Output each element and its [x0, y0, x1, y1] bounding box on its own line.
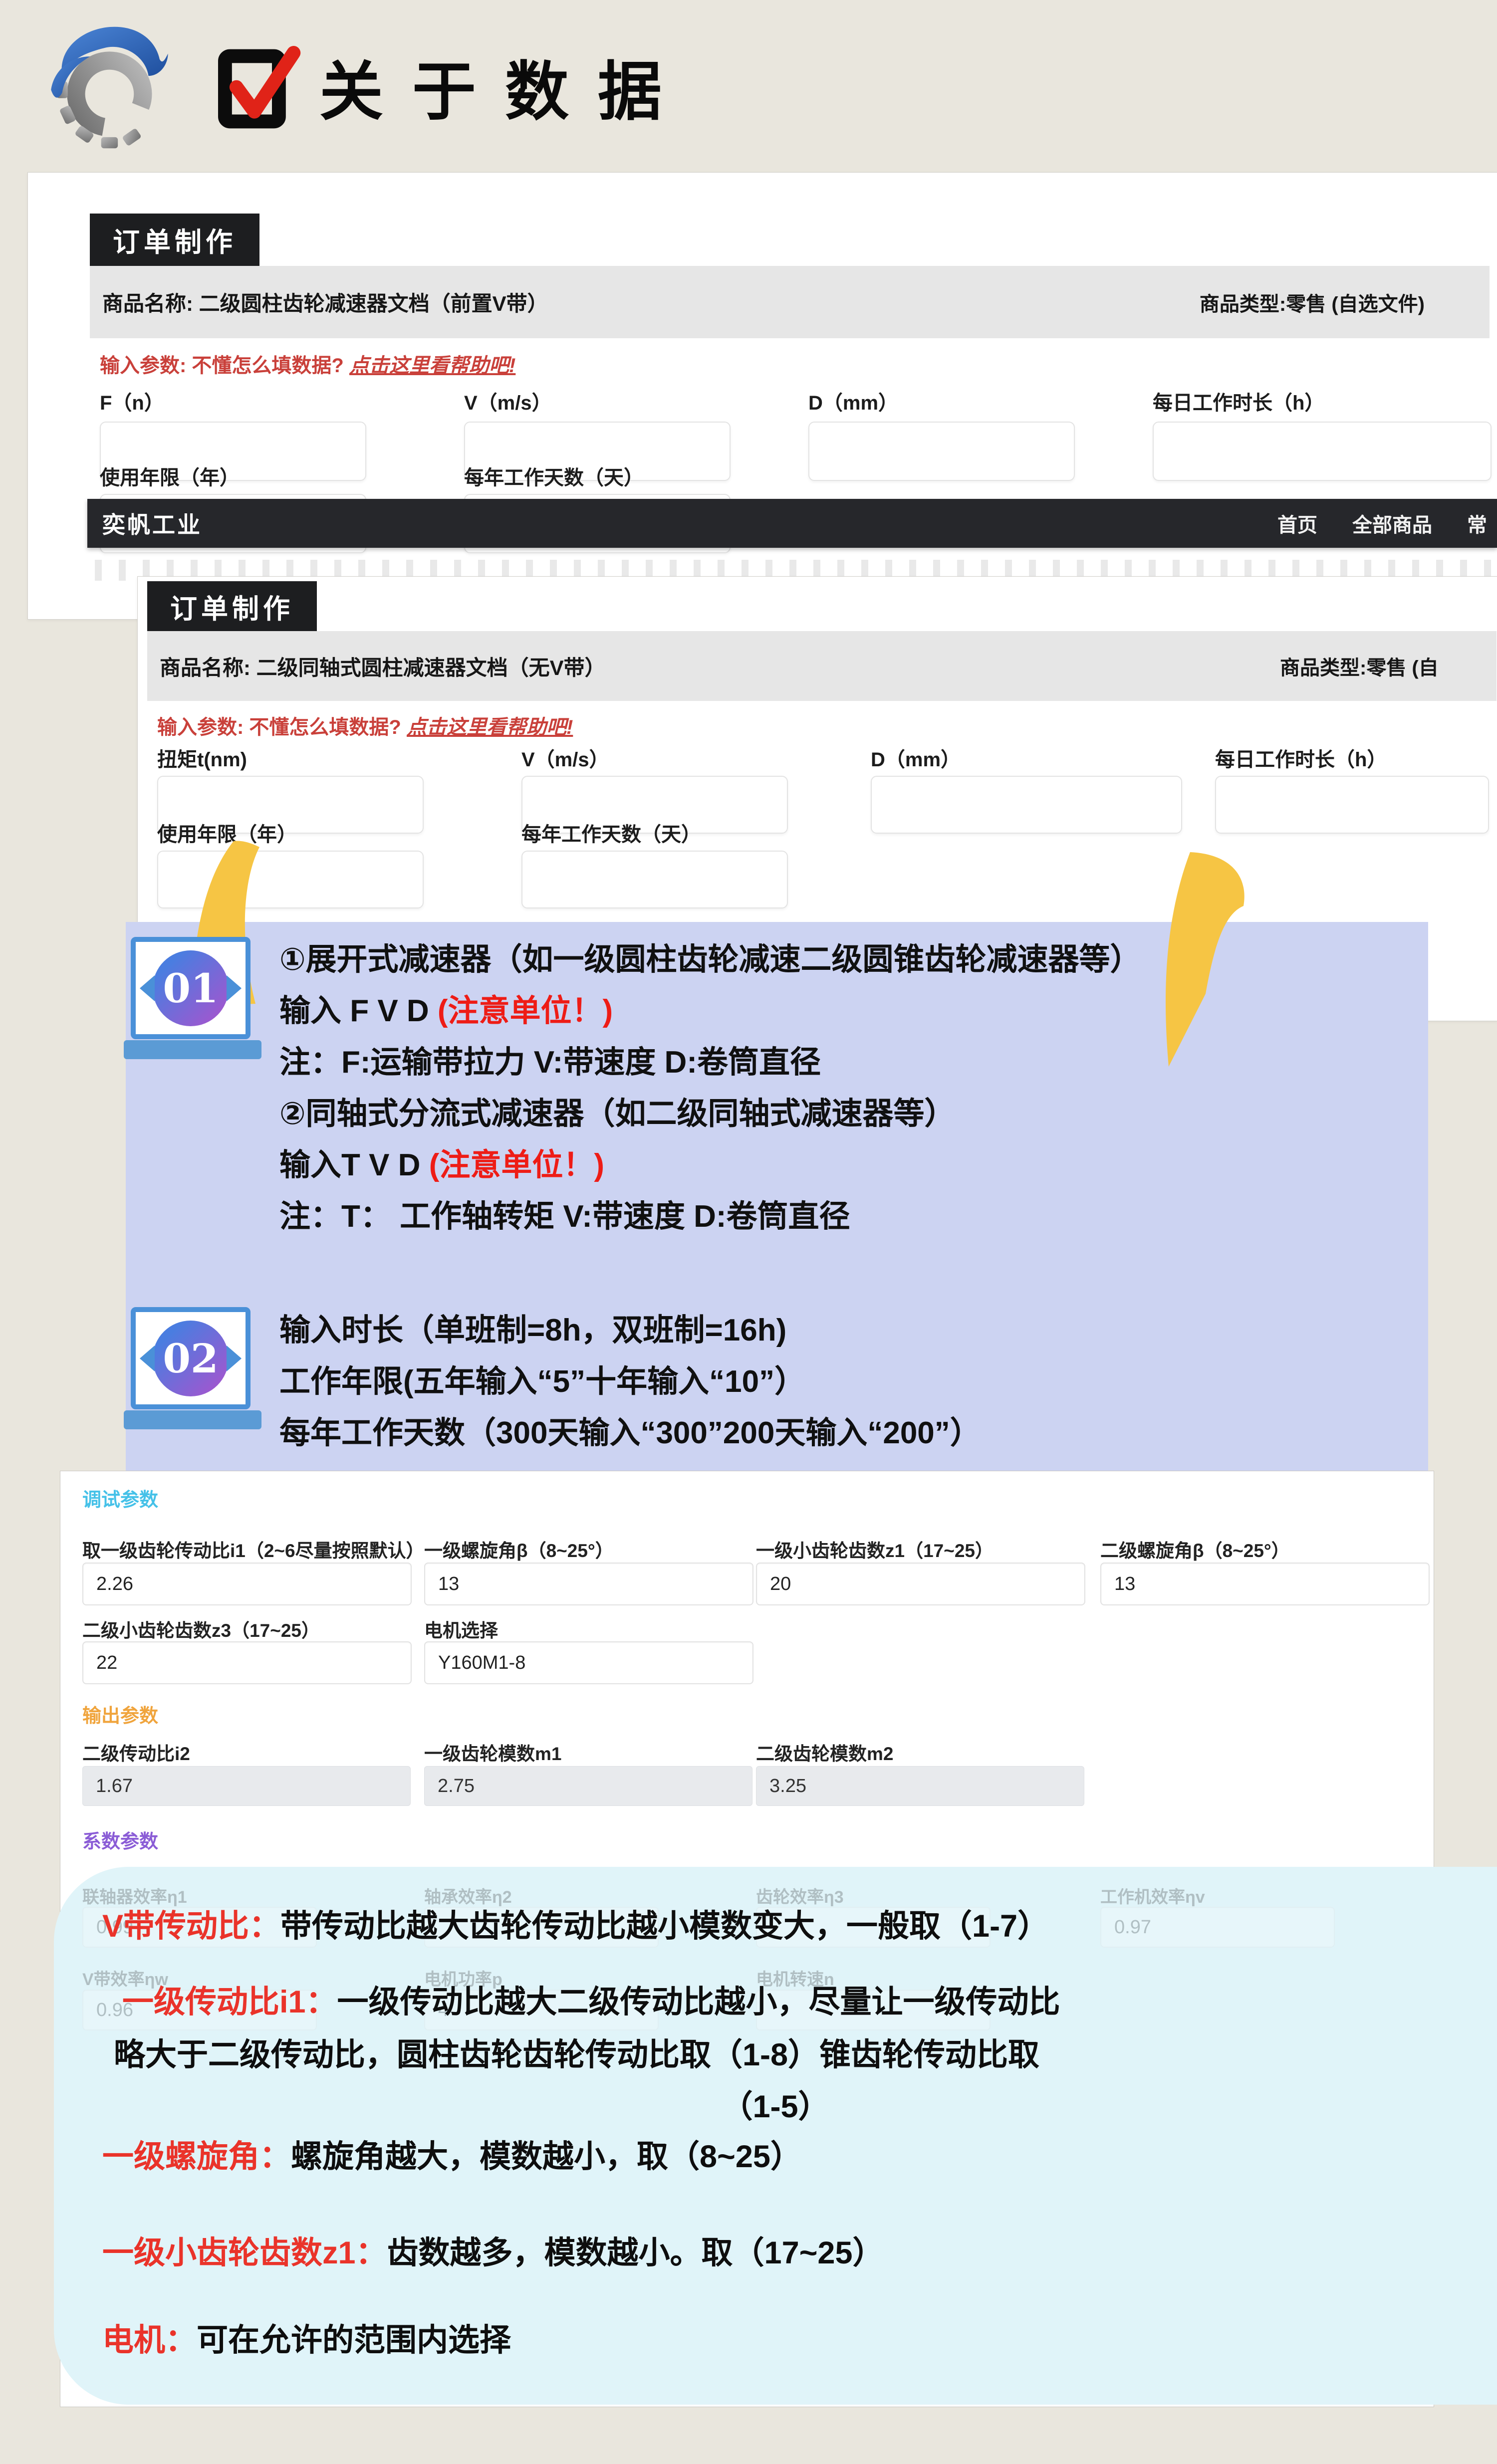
step2-line3: 每年工作天数（300天输入“300”200天输入“200”） — [279, 1407, 981, 1452]
debug-input-z1[interactable]: 20 — [756, 1563, 1085, 1605]
debug-input-z3[interactable]: 22 — [82, 1641, 412, 1684]
company-logo — [42, 17, 182, 150]
step2-line2: 工作年限(五年输入“5”十年输入“10”） — [279, 1356, 805, 1401]
step1-line1: ①展开式减速器（如一级圆柱齿轮减速二级圆锥齿轮减速器等） — [279, 934, 1141, 979]
form1-field-label-v: V（m/s） — [464, 387, 552, 416]
step2-line1: 输入时长（单班制=8h，双班制=16h) — [279, 1305, 786, 1349]
debug-input-beta2[interactable]: 13 — [1100, 1563, 1430, 1605]
debug-params-title: 调试参数 — [82, 1484, 158, 1512]
form1-field-label-days: 每年工作天数（天） — [464, 461, 644, 490]
note-vbelt-ratio: V带传动比：带传动比越大齿轮传动比越小模数变大，一般取（1-7） — [102, 1901, 1049, 1946]
debug-label-z1: 一级小齿轮齿数z1（17~25） — [756, 1536, 994, 1563]
form2-field-label-v: V（m/s） — [521, 743, 609, 772]
output-value-m1: 2.75 — [424, 1766, 752, 1806]
debug-label-beta2: 二级螺旋角β（8~25°） — [1100, 1536, 1290, 1563]
output-label-m1: 一级齿轮模数m1 — [424, 1739, 561, 1766]
note-motor: 电机：可在允许的范围内选择 — [102, 2315, 511, 2360]
debug-label-motor: 电机选择 — [424, 1615, 498, 1642]
output-params-title: 输出参数 — [82, 1700, 158, 1728]
step1-line2: 输入 F V D (注意单位！) — [279, 985, 613, 1030]
step-02-left-arrow-icon — [140, 1345, 155, 1371]
debug-label-z3: 二级小齿轮齿数z3（17~25） — [82, 1615, 320, 1642]
step-01-number: 01 — [153, 950, 229, 1026]
navbar-menu: 首页 全部商品 常 — [1277, 509, 1487, 538]
form2-help: 输入参数: 不懂怎么填数据? 点击这里看帮助吧! — [157, 711, 573, 740]
step1-line6: 注：T： 工作轴转矩 V:带速度 D:卷筒直径 — [279, 1191, 850, 1236]
form2-field-label-days: 每年工作天数（天） — [521, 818, 701, 847]
form2-field-label-torque: 扭矩t(nm) — [157, 743, 247, 772]
coef-value-machine: 0.97 — [1100, 1907, 1335, 1948]
form1-field-label-years: 使用年限（年） — [100, 461, 240, 490]
form2-input-years[interactable] — [157, 851, 424, 908]
step1-line5: 输入T V D (注意单位！) — [279, 1139, 604, 1184]
step-01-base — [124, 1040, 261, 1059]
form2-product-type: 商品类型:零售 (自 — [1280, 631, 1439, 701]
form2-input-hours[interactable] — [1215, 776, 1489, 834]
form2-product-name: 商品名称: 二级同轴式圆柱减速器文档（无V带） — [160, 631, 606, 701]
note-z1: 一级小齿轮齿数z1：齿数越多，模数越小。取（17~25） — [102, 2228, 884, 2273]
step-02-number: 02 — [153, 1321, 229, 1396]
navbar-brand[interactable]: 奕帆工业 — [102, 507, 202, 540]
output-label-m2: 二级齿轮模数m2 — [756, 1739, 893, 1766]
note-helix-angle: 一级螺旋角：螺旋角越大，模数越小，取（8~25） — [102, 2131, 802, 2177]
step-02-base — [124, 1410, 261, 1429]
form1-product-name: 商品名称: 二级圆柱齿轮减速器文档（前置V带） — [102, 266, 548, 338]
form1-tab: 订单制作 — [90, 214, 259, 266]
form2-titlebar: 商品名称: 二级同轴式圆柱减速器文档（无V带） 商品类型:零售 (自 — [147, 631, 1497, 701]
debug-input-beta1[interactable]: 13 — [424, 1563, 753, 1605]
form1-product-type: 商品类型:零售 (自选文件) — [1200, 266, 1425, 338]
form1-field-label-f: F（n） — [100, 387, 164, 416]
form2-input-d[interactable] — [871, 776, 1182, 834]
step-01-badge: 01 — [131, 937, 250, 1039]
note-i1-line3: （1-5） — [54, 2081, 1497, 2127]
debug-input-i1[interactable]: 2.26 — [82, 1563, 412, 1605]
debug-label-i1: 取一级齿轮传动比i1（2~6尽量按照默认） — [82, 1536, 425, 1563]
form2-field-label-d: D（mm） — [871, 743, 961, 772]
output-value-i2: 1.67 — [82, 1766, 411, 1806]
form1-help: 输入参数: 不懂怎么填数据? 点击这里看帮助吧! — [100, 349, 515, 378]
debug-label-beta1: 一级螺旋角β（8~25°） — [424, 1536, 614, 1563]
form2-field-label-hours: 每日工作时长（h） — [1215, 743, 1387, 772]
page-title: 关于数据 — [319, 40, 691, 132]
checkbox-icon — [214, 44, 303, 131]
nav-item-all-products[interactable]: 全部商品 — [1352, 509, 1432, 538]
form2-help-text: 输入参数: 不懂怎么填数据? — [157, 716, 407, 738]
step-01-left-arrow-icon — [140, 975, 155, 1001]
nav-item-home[interactable]: 首页 — [1277, 509, 1317, 538]
step1-line3: 注：F:运输带拉力 V:带速度 D:卷筒直径 — [279, 1037, 821, 1082]
form1-titlebar: 商品名称: 二级圆柱齿轮减速器文档（前置V带） 商品类型:零售 (自选文件) — [90, 266, 1490, 338]
form1-input-d[interactable] — [808, 422, 1075, 481]
form1-field-label-d: D（mm） — [808, 387, 898, 416]
note-i1-line1: 一级传动比i1：一级传动比越大二级传动比越小，尽量让一级传动比 — [122, 1977, 1060, 2022]
output-label-i2: 二级传动比i2 — [82, 1739, 190, 1766]
form2-help-link[interactable]: 点击这里看帮助吧! — [407, 716, 573, 738]
form2-input-days[interactable] — [521, 851, 788, 908]
form1-help-text: 输入参数: 不懂怎么填数据? — [100, 355, 349, 377]
motor-select[interactable]: Y160M1-8 — [424, 1641, 753, 1684]
note-i1-line2: 略大于二级传动比，圆柱齿轮齿轮传动比取（1-8）锥齿轮传动比取 — [114, 2029, 1039, 2075]
navbar: 奕帆工业 首页 全部商品 常 — [87, 499, 1497, 548]
coef-label-machine: 工作机效率ηv — [1100, 1883, 1205, 1908]
step1-line4: ②同轴式分流式减速器（如二级同轴式减速器等） — [279, 1088, 956, 1133]
form2-tab: 订单制作 — [147, 581, 317, 631]
nav-item-truncated[interactable]: 常 — [1467, 509, 1487, 538]
form1-field-label-hours: 每日工作时长（h） — [1153, 387, 1324, 416]
form2-field-label-years: 使用年限（年） — [157, 818, 297, 847]
step-02-badge: 02 — [131, 1307, 250, 1409]
coef-params-title: 系数参数 — [82, 1826, 158, 1853]
step-01-right-arrow-icon — [227, 975, 242, 1001]
step-02-right-arrow-icon — [227, 1345, 242, 1371]
form1-input-hours[interactable] — [1153, 422, 1492, 481]
page: 关于数据 订单制作 商品名称: 二级圆柱齿轮减速器文档（前置V带） 商品类型:零… — [0, 0, 1497, 2464]
output-value-m2: 3.25 — [756, 1766, 1084, 1806]
form1-help-link[interactable]: 点击这里看帮助吧! — [349, 355, 515, 377]
